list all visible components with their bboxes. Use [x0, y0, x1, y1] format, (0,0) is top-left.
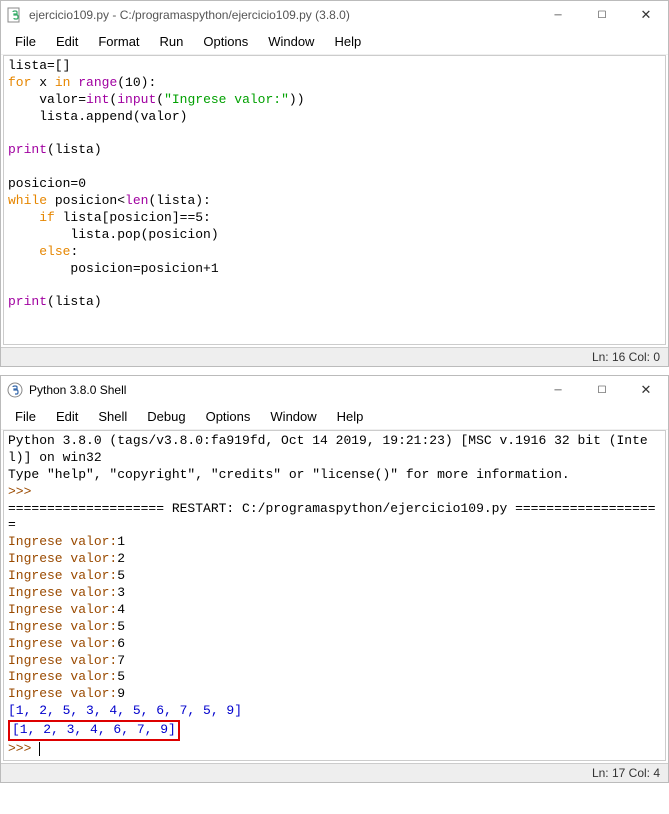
input-value: 5 — [117, 619, 125, 634]
menu-help[interactable]: Help — [324, 31, 371, 52]
minimize-button[interactable]: ─ — [536, 1, 580, 29]
text-cursor — [39, 742, 40, 756]
menu-edit[interactable]: Edit — [46, 406, 88, 427]
menu-edit[interactable]: Edit — [46, 31, 88, 52]
minimize-button[interactable]: ─ — [536, 376, 580, 404]
input-value: 7 — [117, 653, 125, 668]
output-list-1: [1, 2, 5, 3, 4, 5, 6, 7, 5, 9] — [8, 703, 242, 718]
input-value: 5 — [117, 669, 125, 684]
close-button[interactable]: ✕ — [624, 1, 668, 29]
menu-file[interactable]: File — [5, 406, 46, 427]
shell-prompt: >>> — [8, 741, 31, 756]
shell-output[interactable]: Python 3.8.0 (tags/v3.8.0:fa919fd, Oct 1… — [3, 430, 666, 761]
input-value: 4 — [117, 602, 125, 617]
input-prompt-label: Ingrese valor: — [8, 636, 117, 651]
menu-file[interactable]: File — [5, 31, 46, 52]
input-prompt-label: Ingrese valor: — [8, 653, 117, 668]
maximize-button[interactable]: ☐ — [580, 376, 624, 404]
menu-help[interactable]: Help — [327, 406, 374, 427]
editor-window: ejercicio109.py - C:/programaspython/eje… — [0, 0, 669, 367]
input-prompt-label: Ingrese valor: — [8, 534, 117, 549]
menu-window[interactable]: Window — [260, 406, 326, 427]
shell-title: Python 3.8.0 Shell — [29, 383, 536, 397]
shell-window: Python 3.8.0 Shell ─ ☐ ✕ File Edit Shell… — [0, 375, 669, 783]
python-file-icon — [7, 7, 23, 23]
menu-options[interactable]: Options — [196, 406, 261, 427]
python-shell-icon — [7, 382, 23, 398]
input-value: 9 — [117, 686, 125, 701]
shell-menubar: File Edit Shell Debug Options Window Hel… — [1, 404, 668, 430]
editor-menubar: File Edit Format Run Options Window Help — [1, 29, 668, 55]
shell-prompt: >>> — [8, 484, 31, 499]
input-prompt-label: Ingrese valor: — [8, 669, 117, 684]
editor-statusbar: Ln: 16 Col: 0 — [1, 347, 668, 366]
shell-window-controls: ─ ☐ ✕ — [536, 376, 668, 404]
menu-shell[interactable]: Shell — [88, 406, 137, 427]
input-prompt-label: Ingrese valor: — [8, 619, 117, 634]
code-editor[interactable]: lista=[] for x in range(10): valor=int(i… — [3, 55, 666, 345]
menu-run[interactable]: Run — [150, 31, 194, 52]
input-prompt-label: Ingrese valor: — [8, 585, 117, 600]
shell-titlebar[interactable]: Python 3.8.0 Shell ─ ☐ ✕ — [1, 376, 668, 404]
shell-statusbar: Ln: 17 Col: 4 — [1, 763, 668, 782]
output-list-2-highlighted: [1, 2, 3, 4, 6, 7, 9] — [8, 720, 180, 741]
maximize-button[interactable]: ☐ — [580, 1, 624, 29]
editor-titlebar[interactable]: ejercicio109.py - C:/programaspython/eje… — [1, 1, 668, 29]
shell-banner: Python 3.8.0 (tags/v3.8.0:fa919fd, Oct 1… — [8, 433, 648, 465]
input-value: 6 — [117, 636, 125, 651]
input-value: 2 — [117, 551, 125, 566]
menu-format[interactable]: Format — [88, 31, 149, 52]
input-value: 5 — [117, 568, 125, 583]
menu-window[interactable]: Window — [258, 31, 324, 52]
shell-banner2: Type "help", "copyright", "credits" or "… — [8, 467, 570, 482]
restart-line: ==================== RESTART: C:/program… — [8, 501, 656, 533]
input-prompt-label: Ingrese valor: — [8, 602, 117, 617]
input-prompt-label: Ingrese valor: — [8, 551, 117, 566]
editor-title: ejercicio109.py - C:/programaspython/eje… — [29, 8, 536, 22]
input-prompt-label: Ingrese valor: — [8, 686, 117, 701]
menu-debug[interactable]: Debug — [137, 406, 195, 427]
input-prompt-label: Ingrese valor: — [8, 568, 117, 583]
close-button[interactable]: ✕ — [624, 376, 668, 404]
input-value: 1 — [117, 534, 125, 549]
menu-options[interactable]: Options — [193, 31, 258, 52]
editor-window-controls: ─ ☐ ✕ — [536, 1, 668, 29]
input-value: 3 — [117, 585, 125, 600]
